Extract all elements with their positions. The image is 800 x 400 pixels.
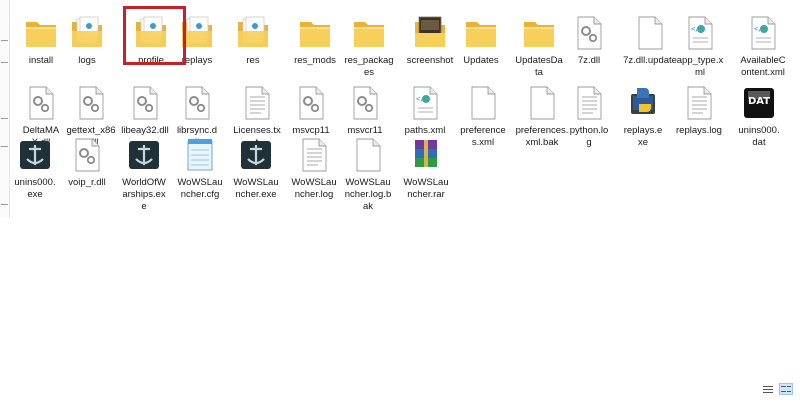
file-label: WoWSLauncher.log (291, 177, 337, 200)
txt-icon (296, 136, 332, 174)
dat-badge-text: DAT (747, 96, 771, 107)
file-label: res_mods (294, 55, 336, 66)
doc-icon (350, 136, 386, 174)
folder-icon (69, 14, 105, 52)
file-item-replays-log[interactable]: replays.log (676, 84, 722, 137)
dll-icon (571, 14, 607, 52)
file-item-updatesdata[interactable]: UpdatesData (514, 14, 564, 79)
large-icons-view-button[interactable] (779, 383, 793, 395)
file-label: WoWSLauncher.cfg (177, 177, 223, 200)
file-label: UpdatesData (515, 55, 563, 78)
file-label: unins000.exe (14, 177, 56, 200)
file-label: preferences.xml.bak (515, 125, 569, 148)
file-label: WoWSLauncher.exe (233, 177, 279, 200)
folder-icon (351, 14, 387, 52)
file-label: WorldOfWarships.exe (122, 177, 166, 212)
file-item-preferences-xml-bak[interactable]: preferences.xml.bak (514, 84, 570, 149)
file-label: 7z.dll.update (623, 55, 677, 66)
file-item-app-type-xml[interactable]: </> app_type.xml (676, 14, 724, 79)
dll-icon (179, 84, 215, 122)
file-label: res_packages (344, 55, 394, 78)
file-item-updates[interactable]: Updates (458, 14, 504, 67)
file-item-unins000-dat[interactable]: DAT unins000.dat (738, 84, 780, 149)
file-item-python-log[interactable]: python.log (568, 84, 610, 149)
wows-icon (126, 136, 162, 174)
file-label: preferences.xml (460, 125, 506, 148)
file-item-replays-exe[interactable]: replays.exe (622, 84, 664, 149)
file-item-wowslauncher-log[interactable]: WoWSLauncher.log (290, 136, 338, 201)
details-view-button[interactable] (762, 384, 774, 394)
folder-icon (463, 14, 499, 52)
file-item-preferences-xml[interactable]: preferences.xml (458, 84, 508, 149)
doc-icon (632, 14, 668, 52)
file-item-res-mods[interactable]: res_mods (290, 14, 340, 67)
notepad-icon (182, 136, 218, 174)
doc-icon (524, 84, 560, 122)
file-label: 7z.dll (577, 55, 601, 66)
file-item-voip-r-dll[interactable]: voip_r.dll (66, 136, 108, 189)
folder-icon (521, 14, 557, 52)
folder-icon (23, 14, 59, 52)
file-item-wowslauncher-log-bak[interactable]: WoWSLauncher.log.bak (344, 136, 392, 213)
txt-icon (571, 84, 607, 122)
py-icon (625, 84, 661, 122)
xml-icon: </> (745, 14, 781, 52)
file-item-res-packages[interactable]: res_packages (344, 14, 394, 79)
file-item-7z-dll-update[interactable]: 7z.dll.update (622, 14, 678, 67)
file-item-paths-xml[interactable]: </>paths.xml (402, 84, 448, 137)
file-item-wowslauncher-rar[interactable]: WoWSLauncher.rar (402, 136, 450, 201)
folder-icon (412, 14, 448, 52)
dll-icon (69, 136, 105, 174)
file-item-install[interactable]: install (20, 14, 62, 67)
navigation-pane-edge (0, 0, 10, 218)
dll-icon (293, 84, 329, 122)
dll-icon (23, 84, 59, 122)
wows-icon (17, 136, 53, 174)
file-label: logs (78, 55, 96, 66)
file-item-wowslauncher-exe[interactable]: WoWSLauncher.exe (232, 136, 280, 201)
file-label: AvailableContent.xml (740, 55, 786, 78)
dll-icon (347, 84, 383, 122)
file-item-worldofwarships-exe[interactable]: WorldOfWarships.exe (120, 136, 168, 213)
rar-icon (408, 136, 444, 174)
folder-icon (297, 14, 333, 52)
xml-icon: </> (407, 84, 443, 122)
view-toggle (762, 383, 793, 395)
file-label: screenshot (406, 55, 454, 66)
txt-icon (681, 84, 717, 122)
folder-icon (235, 14, 271, 52)
file-label: unins000.dat (738, 125, 780, 148)
xml-icon: </> (682, 14, 718, 52)
txt-icon (239, 84, 275, 122)
file-label: app_type.xml (676, 55, 724, 78)
file-item-logs[interactable]: logs (66, 14, 108, 67)
dll-icon (73, 84, 109, 122)
file-item-wowslauncher-cfg[interactable]: WoWSLauncher.cfg (176, 136, 224, 201)
file-item-unins000-exe[interactable]: unins000.exe (14, 136, 56, 201)
doc-icon (465, 84, 501, 122)
file-label: voip_r.dll (68, 177, 106, 188)
file-area: install logs profile replays res res_mods res_… (0, 0, 800, 400)
file-item-availablecontent-xml[interactable]: </> AvailableContent.xml (738, 14, 788, 79)
highlight-box-profile (123, 6, 186, 65)
file-label: replays.log (676, 125, 722, 136)
wows-icon (238, 136, 274, 174)
file-label: WoWSLauncher.log.bak (344, 177, 392, 212)
file-label: install (28, 55, 54, 66)
file-item-res[interactable]: res (232, 14, 274, 67)
file-item-screenshot[interactable]: screenshot (402, 14, 458, 67)
file-label: WoWSLauncher.rar (403, 177, 449, 200)
dll-icon (127, 84, 163, 122)
file-item-7z-dll[interactable]: 7z.dll (568, 14, 610, 67)
file-label: python.log (569, 125, 609, 148)
file-item-libeay32-dll[interactable]: libeay32.dll (120, 84, 170, 137)
file-label: Updates (463, 55, 499, 66)
file-label: res (246, 55, 260, 66)
file-label: replays.exe (623, 125, 663, 148)
dat-icon: DAT (741, 84, 777, 122)
